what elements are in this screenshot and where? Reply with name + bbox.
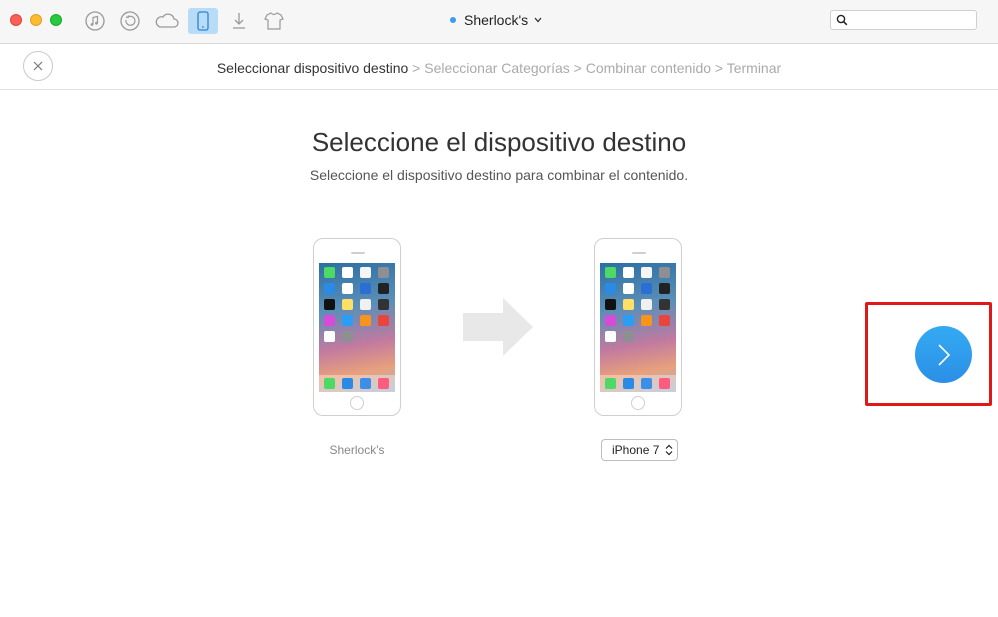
search-input[interactable] [830, 10, 977, 30]
source-device-label: Sherlock's [329, 443, 385, 457]
phone-dock [600, 375, 676, 392]
arrow-right-icon [463, 298, 533, 356]
app-icon [342, 331, 353, 342]
device-icon [197, 11, 209, 31]
device-selector[interactable]: Sherlock's [450, 12, 542, 28]
app-icon [623, 315, 634, 326]
app-icon [659, 378, 670, 389]
search-icon [836, 14, 848, 26]
close-window-button[interactable] [10, 14, 22, 26]
minimize-window-button[interactable] [30, 14, 42, 26]
app-icon [641, 299, 652, 310]
app-icon [342, 283, 353, 294]
phone-speaker [351, 252, 365, 254]
app-icon [659, 283, 670, 294]
target-device-value: iPhone 7 [612, 443, 660, 457]
app-icon [324, 315, 335, 326]
app-icon [605, 315, 616, 326]
app-icon [659, 299, 670, 310]
app-icon [641, 378, 652, 389]
app-icon [605, 283, 616, 294]
app-icon [623, 299, 634, 310]
phone-home-button [350, 396, 364, 410]
app-icon [641, 283, 652, 294]
app-icon [342, 299, 353, 310]
app-icon [324, 378, 335, 389]
app-icon [360, 315, 371, 326]
app-icon [324, 299, 335, 310]
page-subtitle: Seleccione el dispositivo destino para c… [309, 167, 689, 183]
breadcrumb-next-steps: > Seleccionar Categorías > Combinar cont… [412, 60, 782, 76]
cloud-icon [155, 13, 179, 28]
source-phone-image [313, 238, 401, 416]
phone-dock [319, 375, 395, 392]
breadcrumb-current-step: Seleccionar dispositivo destino [216, 60, 409, 76]
app-icon [659, 267, 670, 278]
download-tool-button[interactable] [224, 8, 254, 34]
app-icon [360, 378, 371, 389]
app-icon [360, 267, 371, 278]
download-icon [233, 13, 245, 29]
music-tool-button[interactable] [80, 8, 110, 34]
device-name: Sherlock's [464, 12, 529, 28]
app-icon [605, 299, 616, 310]
chevron-right-icon [937, 343, 950, 366]
music-icon [85, 11, 105, 31]
page-title: Seleccione el dispositivo destino [311, 127, 687, 157]
app-icon [623, 378, 634, 389]
app-icon [641, 315, 652, 326]
phone-speaker [632, 252, 646, 254]
restore-icon [120, 11, 140, 31]
chevron-down-icon [534, 17, 542, 23]
app-icon [378, 315, 389, 326]
shirt-tool-button[interactable] [259, 8, 289, 34]
updown-chevron-icon [665, 444, 673, 456]
target-device-select[interactable]: iPhone 7 [601, 439, 678, 461]
app-icon [623, 331, 634, 342]
wizard-header: Seleccionar dispositivo destino > Selecc… [0, 44, 998, 90]
app-icon [605, 267, 616, 278]
app-icon [378, 283, 389, 294]
app-icon [360, 299, 371, 310]
app-icon [324, 331, 335, 342]
phone-screen [600, 263, 676, 392]
app-icon [378, 378, 389, 389]
app-icon [605, 378, 616, 389]
app-icon [378, 267, 389, 278]
zoom-window-button[interactable] [50, 14, 62, 26]
connected-dot-icon [450, 17, 456, 23]
app-icon [324, 267, 335, 278]
app-icon [324, 283, 335, 294]
title-bar: Sherlock's [0, 0, 998, 44]
cloud-tool-button[interactable] [152, 8, 182, 34]
breadcrumb: Seleccionar dispositivo destino > Selecc… [0, 60, 998, 76]
restore-tool-button[interactable] [115, 8, 145, 34]
app-icon [342, 378, 353, 389]
app-icon [342, 315, 353, 326]
app-icon [360, 283, 371, 294]
app-icon [605, 331, 616, 342]
phone-home-button [631, 396, 645, 410]
target-phone-image [594, 238, 682, 416]
app-icon [623, 267, 634, 278]
app-icon [659, 315, 670, 326]
next-button[interactable] [915, 326, 972, 383]
device-tool-button[interactable] [188, 8, 218, 34]
app-icon [623, 283, 634, 294]
shirt-icon [264, 12, 284, 30]
app-icon [378, 299, 389, 310]
phone-screen [319, 263, 395, 392]
app-icon [342, 267, 353, 278]
app-icon [641, 267, 652, 278]
